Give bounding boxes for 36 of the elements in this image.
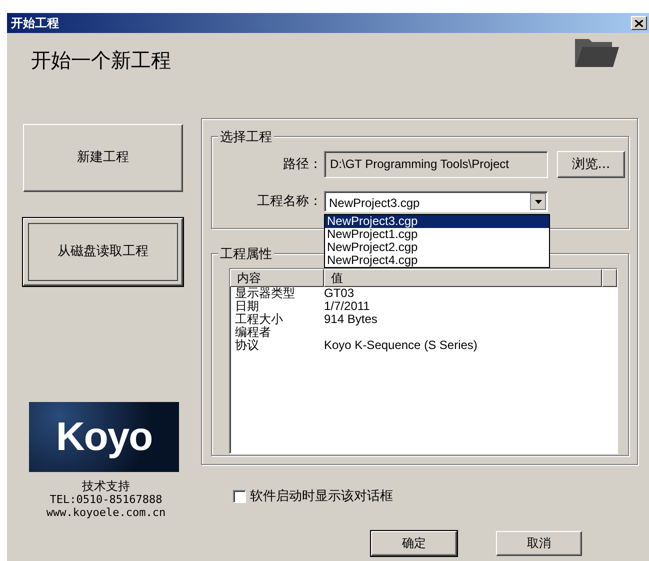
- browse-button[interactable]: 浏览...: [557, 151, 625, 178]
- path-field[interactable]: D:\GT Programming Tools\Project: [324, 151, 548, 178]
- property-value: 914 Bytes: [324, 313, 378, 326]
- column-header[interactable]: [602, 269, 617, 287]
- dropdown-option[interactable]: NewProject3.cgp: [325, 215, 549, 228]
- sidebar-button[interactable]: 新建工程: [23, 124, 183, 192]
- checkbox-label: 软件启动时显示该对话框: [250, 488, 393, 506]
- checkbox[interactable]: [233, 490, 246, 504]
- field-label: 路径：: [282, 156, 323, 174]
- sidebar-button[interactable]: 从磁盘读取工程: [23, 218, 183, 286]
- dropdown-button[interactable]: [530, 193, 546, 210]
- property-name: 编程者: [234, 326, 272, 339]
- ok-button[interactable]: 确定: [371, 530, 457, 556]
- property-name: 协议: [234, 339, 260, 352]
- property-name: 显示器类型: [234, 287, 296, 300]
- support-text: www.koyoele.com.cn: [46, 506, 166, 519]
- dropdown-option[interactable]: NewProject2.cgp: [325, 241, 549, 254]
- support-text: TEL:0510-85167888: [50, 493, 162, 506]
- field-label: 工程名称：: [256, 192, 323, 211]
- support-text: 技术支持: [82, 480, 130, 493]
- window-title: 开始工程: [11, 15, 59, 32]
- property-value: GT03: [324, 287, 354, 300]
- close-button[interactable]: [631, 16, 647, 30]
- dropdown-option[interactable]: NewProject1.cgp: [325, 228, 549, 241]
- property-value: 1/7/2011: [324, 300, 370, 313]
- property-name: 工程大小: [234, 313, 284, 326]
- close-icon: [635, 20, 643, 26]
- logo: Koyo: [29, 402, 179, 472]
- column-header[interactable]: 值: [324, 269, 602, 287]
- property-name: 日期: [234, 300, 260, 313]
- cancel-button[interactable]: 取消: [496, 530, 582, 556]
- caret-icon: [534, 200, 542, 204]
- dropdown-option[interactable]: NewProject4.cgp: [325, 254, 549, 267]
- property-value: Koyo K-Sequence (S Series): [324, 339, 478, 352]
- column-header[interactable]: 内容: [230, 269, 324, 287]
- dialog-heading: 开始一个新工程: [31, 47, 171, 74]
